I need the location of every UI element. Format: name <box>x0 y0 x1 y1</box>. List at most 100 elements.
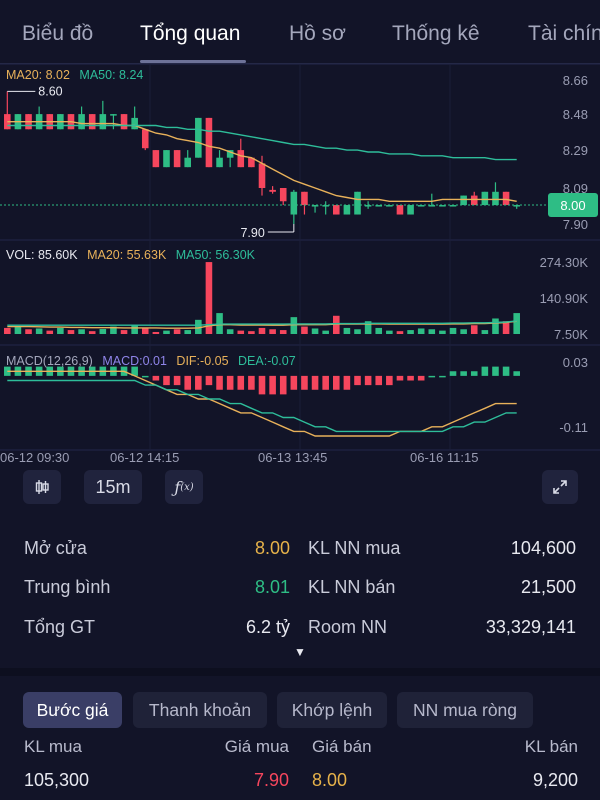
volume-bar <box>131 325 138 334</box>
macd-histogram-bar <box>513 371 520 376</box>
volume-bar <box>4 327 11 334</box>
volume-bar <box>152 331 160 334</box>
macd-histogram-bar <box>481 366 489 376</box>
bid-volume-header: KL mua <box>24 737 82 756</box>
ask-price: 8.00 <box>312 770 348 790</box>
volume-bar <box>237 330 245 334</box>
stats-row: Tổng GT 6.2 tỷ Room NN 33,329,141 <box>0 617 600 647</box>
volume-bar <box>57 327 64 334</box>
ma20-legend: MA20: 8.02 <box>6 68 70 82</box>
candle-body <box>195 117 202 158</box>
fullscreen-icon[interactable] <box>542 470 578 504</box>
volume-bar <box>513 313 520 334</box>
candle-body <box>290 191 298 215</box>
candle-body <box>152 150 160 168</box>
macd-histogram-bar <box>195 375 202 390</box>
time-axis-tick: 06-16 11:15 <box>410 450 478 465</box>
segment-liquidity[interactable]: Thanh khoản <box>133 692 267 728</box>
volume-bar <box>279 330 287 334</box>
volume-bar <box>205 262 213 334</box>
segment-foreign-net[interactable]: NN mua ròng <box>397 692 533 728</box>
candle-body <box>269 189 276 192</box>
volume-bar <box>226 329 234 334</box>
expand-stats-icon[interactable]: ▼ <box>294 645 306 659</box>
volume-bar <box>407 330 414 334</box>
segment-matched-orders[interactable]: Khớp lệnh <box>277 692 387 728</box>
volume-legend: VOL: 85.60K MA20: 55.63K MA50: 56.30K <box>6 248 261 262</box>
volume-bar <box>248 331 255 334</box>
vol-ma20-legend: MA20: 55.63K <box>87 248 167 262</box>
macd-histogram-bar <box>386 375 393 386</box>
volume-bar <box>343 327 351 334</box>
ask-volume-header: KL bán <box>524 737 578 756</box>
volume-bar <box>417 328 425 334</box>
volume-bar <box>386 330 393 334</box>
total-value: 6.2 tỷ <box>245 617 290 637</box>
macd-axis-tick: -0.11 <box>559 420 588 435</box>
candle-body <box>407 205 414 215</box>
volume-bar <box>439 330 446 334</box>
time-axis-tick: 06-12 09:30 <box>0 450 69 465</box>
open-label: Mở cửa <box>24 538 87 558</box>
macd-histogram-bar <box>226 375 234 390</box>
volume-bar <box>88 331 96 334</box>
macd-histogram-bar <box>279 375 287 395</box>
volume-bar <box>301 326 308 334</box>
macd-value: MACD:0.01 <box>102 354 167 368</box>
stats-row: Mở cửa 8.00 KL NN mua 104,600 <box>0 538 600 568</box>
stats-row: Trung bình 8.01 KL NN bán 21,500 <box>0 577 600 607</box>
macd-histogram-bar <box>396 375 404 381</box>
candle-body <box>99 114 107 130</box>
macd-histogram-bar <box>449 371 457 376</box>
macd-histogram-bar <box>407 375 414 381</box>
macd-histogram-bar <box>492 366 499 376</box>
average-value: 8.01 <box>254 577 290 597</box>
macd-histogram-bar <box>184 375 192 390</box>
candle-body <box>184 157 192 168</box>
macd-histogram-bar <box>290 375 298 390</box>
macd-histogram-bar <box>258 375 266 395</box>
macd-histogram-bar <box>269 375 276 395</box>
candle-body <box>332 205 340 215</box>
interval-selector[interactable]: 15m <box>84 470 142 504</box>
bid-volume: 105,300 <box>24 770 90 790</box>
candle-body <box>502 191 510 206</box>
candle-body <box>88 114 96 130</box>
volume-bar <box>46 330 54 334</box>
macd-histogram-bar <box>141 375 149 378</box>
ask-volume: 9,200 <box>532 770 578 790</box>
macd-histogram-bar <box>216 375 223 390</box>
macd-histogram-bar <box>248 375 255 390</box>
candle-body <box>492 191 499 206</box>
time-axis-tick: 06-12 14:15 <box>110 450 179 465</box>
candle-body <box>460 195 467 206</box>
volume-bar <box>184 330 192 334</box>
macd-histogram-bar <box>428 375 436 378</box>
candle-body <box>163 150 170 168</box>
macd-histogram-bar <box>470 371 478 376</box>
price-panel: 8.00 8.60 7.90 <box>0 84 598 240</box>
macd-legend: MACD(12,26,9) MACD:0.01 DIF:-0.05 DEA:-0… <box>6 354 302 368</box>
volume-bar <box>492 318 499 334</box>
volume-bar <box>163 330 170 334</box>
candle-body <box>396 205 404 215</box>
average-label: Trung bình <box>24 577 111 597</box>
candlestick-icon[interactable] <box>23 470 61 504</box>
volume-bar <box>460 329 467 334</box>
volume-bar <box>67 330 75 334</box>
candle-body <box>470 195 478 206</box>
candle-body <box>120 114 128 130</box>
volume-panel <box>4 262 520 334</box>
current-price-label: 8.00 <box>560 198 585 213</box>
candle-body <box>237 150 245 168</box>
candle-body <box>279 188 287 202</box>
total-value-label: Tổng GT <box>24 617 96 637</box>
foreign-sell-value: 21,500 <box>520 577 576 597</box>
function-icon[interactable]: ƒ (x) <box>165 470 203 504</box>
segment-price-steps[interactable]: Bước giá <box>23 692 122 728</box>
volume-value: VOL: 85.60K <box>6 248 78 262</box>
volume-axis-tick: 274.30K <box>540 255 589 270</box>
volume-bar <box>99 329 107 334</box>
macd-title: MACD(12,26,9) <box>6 354 93 368</box>
ask-price-header: Giá bán <box>312 737 372 756</box>
